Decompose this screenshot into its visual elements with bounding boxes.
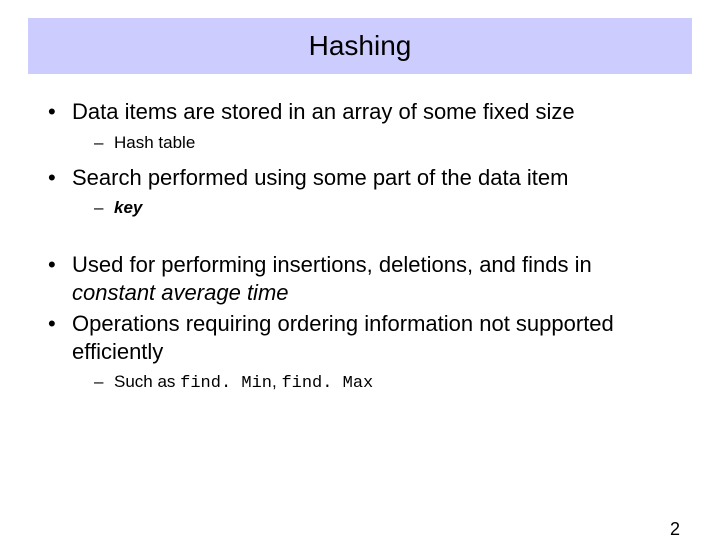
bullet-1-text-c: of some fixed size bbox=[392, 99, 574, 124]
bullet-2: Search performed using some part of the … bbox=[48, 164, 672, 220]
bullet-1-sub-text: Hash table bbox=[114, 133, 195, 152]
bullet-1-text-a: Data items are stored in an bbox=[72, 99, 342, 124]
bullet-4: Operations requiring ordering informatio… bbox=[48, 310, 672, 395]
bullet-4-sub: Such as find. Min, find. Max bbox=[72, 371, 672, 395]
content-area: Data items are stored in an array of som… bbox=[48, 98, 672, 395]
bullet-4-sub-prefix: Such as bbox=[114, 372, 180, 391]
bullet-1-array: array bbox=[342, 99, 392, 124]
bullet-1-sub-item: Hash table bbox=[72, 132, 672, 154]
bullet-1: Data items are stored in an array of som… bbox=[48, 98, 672, 154]
bullet-2-sub-key: key bbox=[114, 198, 142, 217]
bullet-1-sub: Hash table bbox=[72, 132, 672, 154]
bullet-4-a: Operations requiring bbox=[72, 311, 277, 336]
bullet-3-time: time bbox=[247, 280, 289, 305]
bullet-3-a: Used for performing insertions, deletion… bbox=[72, 252, 592, 277]
slide: Hashing Data items are stored in an arra… bbox=[0, 18, 720, 558]
bullet-list: Data items are stored in an array of som… bbox=[48, 98, 672, 219]
bullet-3-average: average bbox=[161, 280, 241, 305]
page-number: 2 bbox=[670, 519, 680, 540]
title-bar: Hashing bbox=[28, 18, 692, 74]
spacer bbox=[48, 229, 672, 251]
bullet-3-constant: constant bbox=[72, 280, 155, 305]
bullet-3: Used for performing insertions, deletion… bbox=[48, 251, 672, 306]
slide-title: Hashing bbox=[28, 30, 692, 62]
bullet-2-sub: key bbox=[72, 197, 672, 219]
bullet-2-text: Search performed using some part of the … bbox=[72, 165, 568, 190]
bullet-4-ordering: ordering bbox=[277, 311, 358, 336]
bullet-list-2: Used for performing insertions, deletion… bbox=[48, 251, 672, 395]
bullet-4-code1: find. Min bbox=[180, 374, 272, 393]
bullet-4-sub-item: Such as find. Min, find. Max bbox=[72, 371, 672, 395]
bullet-4-code2: find. Max bbox=[281, 374, 373, 393]
bullet-2-sub-item: key bbox=[72, 197, 672, 219]
